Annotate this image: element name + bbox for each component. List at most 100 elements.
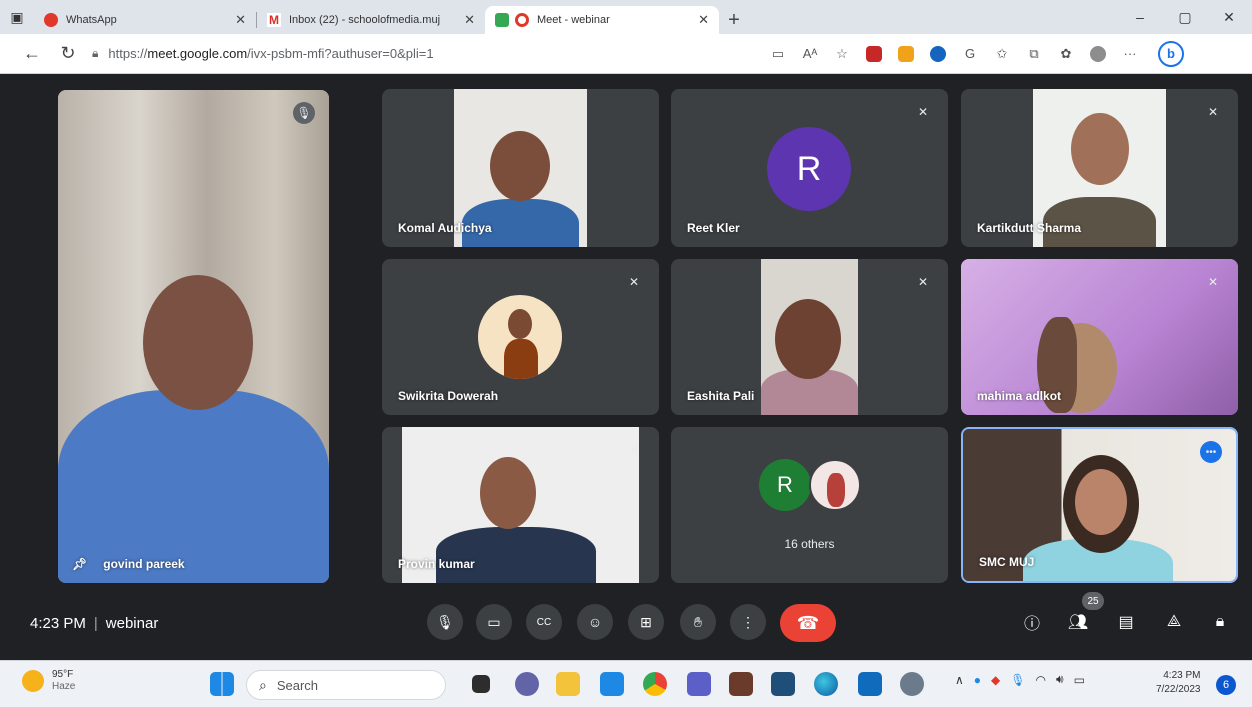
captions-button[interactable]: CC bbox=[526, 604, 562, 640]
windows-taskbar: 95°F Haze ⌕ Search ∧ ● ◆ 🎙︎ ◠ 🔊︎ ▭ 4:23 … bbox=[0, 660, 1252, 707]
taskbar-search[interactable]: ⌕ Search bbox=[246, 670, 446, 700]
participant-tile-pinned[interactable]: 🎙︎ 📌︎ govind pareek bbox=[58, 90, 329, 583]
participant-tile[interactable]: R ✕ Reet Kler bbox=[671, 89, 948, 247]
others-tile[interactable]: R 16 others bbox=[671, 427, 948, 583]
camera-button[interactable]: ▭ bbox=[476, 604, 512, 640]
tab-title: Meet - webinar bbox=[537, 14, 610, 26]
new-tab-button[interactable]: + bbox=[719, 6, 749, 34]
raise-hand-button[interactable]: ✋︎ bbox=[680, 604, 716, 640]
muted-mic-icon: 🎙︎ bbox=[293, 102, 315, 124]
emoji-reaction-button[interactable]: ☺ bbox=[577, 604, 613, 640]
bing-copilot-icon[interactable]: b bbox=[1158, 40, 1184, 67]
muted-mic-icon: ✕ bbox=[628, 443, 640, 457]
search-icon: ⌕ bbox=[259, 676, 267, 693]
avatar: R bbox=[767, 127, 851, 211]
battery-icon[interactable]: ▭ bbox=[1074, 673, 1085, 687]
mic-tray-icon[interactable]: 🎙︎ bbox=[1010, 673, 1025, 687]
participant-name: Kartikdutt Sharma bbox=[977, 221, 1082, 235]
back-arrow-icon[interactable]: ← bbox=[14, 36, 50, 72]
task-view-icon[interactable] bbox=[472, 675, 490, 693]
clock[interactable]: 4:23 PM 7/22/2023 bbox=[1156, 669, 1201, 697]
microphone-button[interactable]: 🎙︎ bbox=[427, 604, 463, 640]
weather-temp: 95°F bbox=[52, 669, 74, 680]
volume-icon[interactable]: 🔊︎ bbox=[1056, 672, 1064, 687]
more-options-button[interactable]: ⋮ bbox=[730, 604, 766, 640]
camera-permission-icon[interactable]: ▭ bbox=[765, 41, 791, 67]
tab-whatsapp[interactable]: WhatsApp ✕ bbox=[34, 6, 256, 34]
wifi-icon[interactable]: ◠ bbox=[1036, 673, 1046, 687]
tab-gmail-inbox[interactable]: M Inbox (22) - schoolofmedia.muj ✕ bbox=[257, 6, 485, 34]
participant-tile[interactable]: ✕ Kartikdutt Sharma bbox=[961, 89, 1238, 247]
minimize-button[interactable]: – bbox=[1117, 0, 1163, 34]
url-prefix: https:// bbox=[108, 46, 148, 61]
system-tray: ∧ ● ◆ 🎙︎ ◠ 🔊︎ ▭ bbox=[950, 672, 1090, 687]
chart-app-icon[interactable] bbox=[771, 672, 795, 696]
participant-tile[interactable]: ✕ mahima adlkot bbox=[961, 259, 1238, 415]
extension-blue-icon[interactable] bbox=[925, 41, 951, 67]
more-menu-icon[interactable]: ··· bbox=[1117, 41, 1143, 67]
people-icon[interactable]: 👥︎ bbox=[1063, 607, 1093, 637]
chrome-icon[interactable] bbox=[643, 672, 667, 696]
extensions-puzzle-icon[interactable]: ✿ bbox=[1053, 41, 1079, 67]
participant-count-badge: 25 bbox=[1082, 592, 1104, 610]
close-tab-icon[interactable]: ✕ bbox=[235, 12, 246, 28]
participant-tile[interactable]: ✕ Provin kumar bbox=[382, 427, 659, 583]
profile-avatar[interactable] bbox=[1085, 41, 1111, 67]
favorites-icon[interactable]: ✩ bbox=[989, 41, 1015, 67]
avatar bbox=[809, 459, 861, 511]
app-tray-icon[interactable]: ◆ bbox=[991, 673, 1000, 687]
participant-name: SMC MUJ bbox=[979, 555, 1035, 569]
reload-icon[interactable]: ↻ bbox=[50, 36, 86, 72]
search-placeholder: Search bbox=[276, 677, 319, 693]
extension-shield-icon[interactable] bbox=[861, 41, 887, 67]
extension-g-icon[interactable]: G bbox=[957, 41, 983, 67]
participant-name: 📌︎ govind pareek bbox=[72, 557, 185, 571]
chevron-up-icon[interactable]: ∧ bbox=[955, 673, 964, 687]
participant-tile[interactable]: ✕ Swikrita Dowerah bbox=[382, 259, 659, 415]
participant-name: Swikrita Dowerah bbox=[398, 389, 499, 403]
tab-meet-webinar[interactable]: Meet - webinar ✕ bbox=[485, 6, 719, 34]
muted-mic-icon: ✕ bbox=[1207, 105, 1219, 119]
edge-icon[interactable] bbox=[814, 672, 838, 696]
chat-icon[interactable]: ▤ bbox=[1111, 607, 1141, 637]
avatar: R bbox=[759, 459, 811, 511]
meet-icon bbox=[495, 13, 509, 27]
extension-orange-icon[interactable] bbox=[893, 41, 919, 67]
read-aloud-icon[interactable]: Aᴬ bbox=[797, 41, 823, 67]
present-screen-button[interactable]: ⊞ bbox=[628, 604, 664, 640]
weather-widget[interactable]: 95°F Haze bbox=[22, 669, 75, 693]
more-options-icon[interactable]: ••• bbox=[1200, 441, 1222, 463]
tab-actions-icon[interactable]: ▣ bbox=[0, 0, 34, 34]
self-tile[interactable]: ••• SMC MUJ bbox=[961, 427, 1238, 583]
close-tab-icon[interactable]: ✕ bbox=[464, 12, 475, 28]
store-icon[interactable] bbox=[600, 672, 624, 696]
others-count: 16 others bbox=[784, 537, 835, 551]
participant-name: mahima adlkot bbox=[977, 389, 1062, 403]
favorite-star-icon[interactable]: ☆ bbox=[829, 41, 855, 67]
participant-tile[interactable]: ✕ Eashita Pali bbox=[671, 259, 948, 415]
settings-gear-icon[interactable] bbox=[900, 672, 924, 696]
end-call-button[interactable]: ☎︎ bbox=[780, 604, 836, 642]
notification-badge[interactable]: 6 bbox=[1216, 675, 1236, 695]
onedrive-icon[interactable]: ● bbox=[974, 673, 981, 687]
meeting-time: 4:23 PM bbox=[30, 615, 86, 632]
host-controls-icon[interactable]: 🔒︎ bbox=[1205, 607, 1235, 637]
teams-chat-icon[interactable] bbox=[515, 672, 539, 696]
windows-start-icon[interactable] bbox=[210, 672, 234, 696]
participant-tile[interactable]: Komal Audichya bbox=[382, 89, 659, 247]
close-window-button[interactable]: ✕ bbox=[1206, 0, 1252, 34]
file-explorer-icon[interactable] bbox=[556, 672, 580, 696]
participant-name: Provin kumar bbox=[398, 557, 475, 571]
collections-icon[interactable]: ⧉ bbox=[1021, 41, 1047, 67]
weather-condition: Haze bbox=[52, 681, 76, 692]
photo-app-icon[interactable] bbox=[729, 672, 753, 696]
outlook-icon[interactable] bbox=[858, 672, 882, 696]
close-tab-icon[interactable]: ✕ bbox=[698, 12, 709, 28]
address-bar[interactable]: 🔒︎ https:// meet.google.com /ivx-psbm-mf… bbox=[92, 46, 612, 61]
meeting-details-icon[interactable]: ⓘ bbox=[1017, 607, 1047, 637]
meeting-name: webinar bbox=[105, 615, 159, 632]
maximize-button[interactable]: ▢ bbox=[1162, 0, 1208, 34]
teams-icon[interactable] bbox=[687, 672, 711, 696]
activities-icon[interactable]: ⟁ bbox=[1159, 607, 1189, 637]
lock-icon: 🔒︎ bbox=[92, 46, 99, 60]
